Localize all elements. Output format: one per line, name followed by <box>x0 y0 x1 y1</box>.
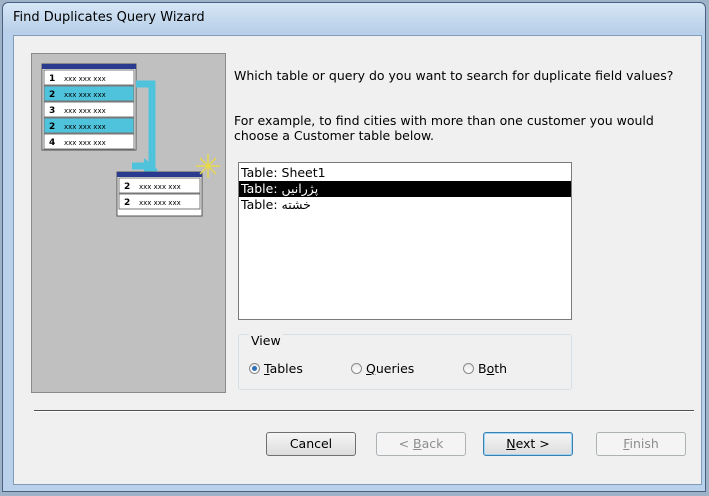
illustration-row-text: xxx xxx xxx <box>139 183 181 191</box>
radio-both-indicator[interactable] <box>463 363 474 374</box>
view-groupbox: View Tables Queries Both <box>238 333 572 390</box>
illustration-row-text: xxx xxx xxx <box>139 199 181 207</box>
illustration-row-number: 2 <box>49 122 55 132</box>
illustration-row-text: xxx xxx xxx <box>64 123 106 131</box>
back-button[interactable]: < Back <box>376 432 466 456</box>
next-button[interactable]: Next > <box>483 432 573 456</box>
cancel-button[interactable]: Cancel <box>266 432 356 456</box>
wizard-example-text: For example, to find cities with more th… <box>234 113 654 143</box>
illustration-row-number: 2 <box>124 198 130 208</box>
list-item[interactable]: Table: خشته <box>239 197 571 213</box>
illustration-row-number: 3 <box>49 106 55 116</box>
window-title: Find Duplicates Query Wizard <box>13 10 205 25</box>
illustration-row-number: 2 <box>49 90 55 100</box>
radio-queries-indicator[interactable] <box>351 363 362 374</box>
radio-tables-label: Tables <box>264 361 303 376</box>
illustration-row-text: xxx xxx xxx <box>64 91 106 99</box>
title-bar[interactable]: Find Duplicates Query Wizard <box>3 3 705 33</box>
illustration-row-number: 4 <box>49 138 55 148</box>
view-legend: View <box>249 333 283 348</box>
radio-both-label: Both <box>478 361 508 376</box>
result-table-rows: 2 xxx xxx xxx 2 xxx xxx xxx <box>118 177 201 210</box>
wizard-prompt: Which table or query do you want to sear… <box>234 68 674 83</box>
radio-tables[interactable]: Tables <box>249 361 303 376</box>
source-table-rows: 1 xxx xxx xxx 2 xxx xxx xxx 3 xxx xxx xxx 2 xxx… <box>43 69 135 150</box>
list-item-selected[interactable]: Table: پژرانیں <box>239 181 571 197</box>
list-item[interactable]: Table: Sheet1 <box>239 165 571 181</box>
illustration-row-number: 1 <box>49 74 55 84</box>
source-table-header <box>42 64 136 69</box>
illustration-row-text: xxx xxx xxx <box>64 139 106 147</box>
wizard-body: 1 xxx xxx xxx 2 xxx xxx xxx 3 xxx xxx xxx 2 xxx… <box>13 35 702 485</box>
footer-separator <box>34 410 694 412</box>
radio-queries[interactable]: Queries <box>351 361 414 376</box>
finish-button[interactable]: Finish <box>596 432 686 456</box>
radio-queries-label: Queries <box>366 361 415 376</box>
result-table-header <box>117 172 202 177</box>
duplicate-illustration-image: 1 xxx xxx xxx 2 xxx xxx xxx 3 xxx xxx xxx 2 xxx… <box>41 63 220 217</box>
illustration-row-text: xxx xxx xxx <box>64 107 106 115</box>
radio-tables-indicator[interactable] <box>249 363 260 374</box>
illustration-row-text: xxx xxx xxx <box>64 75 106 83</box>
illustration-row-number: 2 <box>124 182 130 192</box>
wizard-window: Find Duplicates Query Wizard 1 xxx xxx xx… <box>2 2 706 492</box>
table-listbox[interactable]: Table: Sheet1 Table: پژرانیں Table: خشته <box>238 162 572 320</box>
wizard-illustration: 1 xxx xxx xxx 2 xxx xxx xxx 3 xxx xxx xxx 2 xxx… <box>31 53 226 393</box>
radio-both[interactable]: Both <box>463 361 507 376</box>
